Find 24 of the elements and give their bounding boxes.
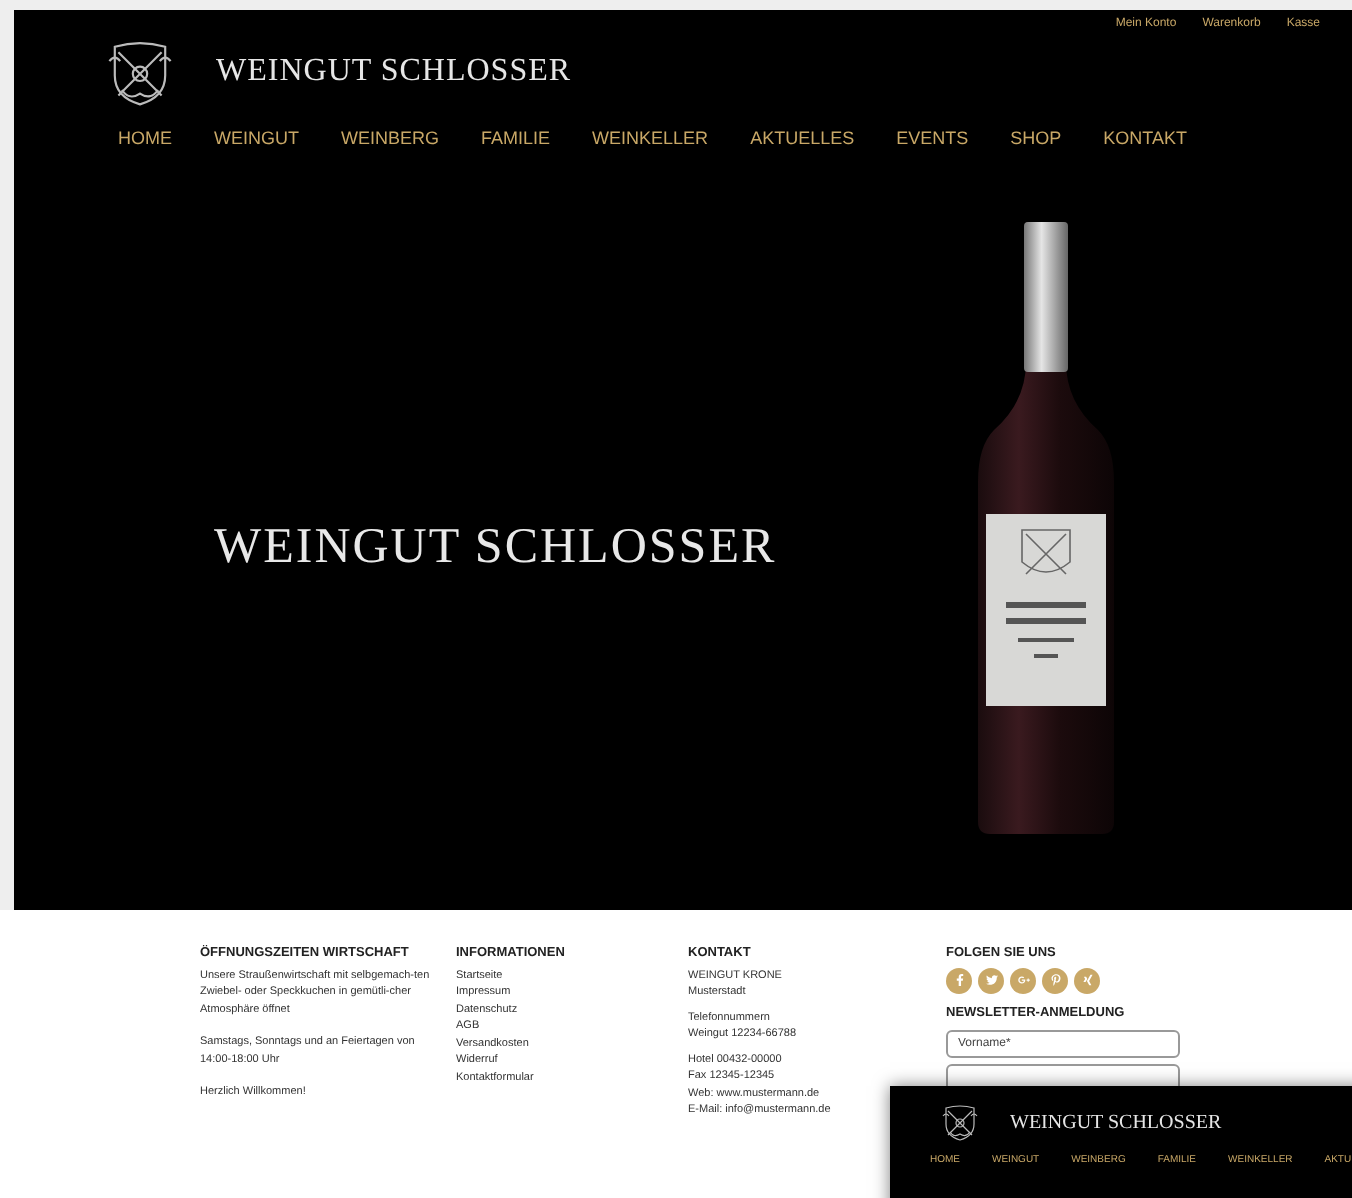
google-plus-button[interactable]: [1010, 967, 1036, 993]
google-plus-icon: [1017, 974, 1029, 986]
nav-link[interactable]: WEINBERG: [341, 126, 440, 153]
hero-title: WEINGUT SCHLOSSER: [214, 517, 779, 578]
twitter-bird-button[interactable]: [978, 967, 1004, 993]
brand-name[interactable]: WEINGUT SCHLOSSER: [216, 48, 572, 96]
facebook-icon: [953, 974, 965, 986]
nav-link[interactable]: SHOP: [1010, 126, 1062, 153]
facebook-button[interactable]: [946, 967, 972, 993]
crest-logo-icon: [104, 36, 176, 108]
brand-name[interactable]: WEINGUT SCHLOSSER: [1010, 1107, 1222, 1137]
nav-link[interactable]: EVENTS: [896, 126, 969, 153]
nav-link[interactable]: AKTUELLES: [750, 126, 855, 153]
nav-link[interactable]: FAMILIE: [481, 126, 551, 153]
pinterest-icon: [1049, 974, 1061, 986]
xing-icon: [1081, 974, 1093, 986]
nav-link[interactable]: WEINGUT: [214, 126, 299, 153]
xing-button[interactable]: [1074, 967, 1100, 993]
twitter-bird-icon: [985, 974, 997, 986]
crest-logo-icon: [940, 1102, 980, 1142]
nav-link[interactable]: WEINKELLER: [592, 126, 709, 153]
nav-link[interactable]: KONTAKT: [1103, 126, 1187, 153]
pinterest-button[interactable]: [1042, 967, 1068, 993]
nav-link[interactable]: HOME: [118, 126, 172, 153]
